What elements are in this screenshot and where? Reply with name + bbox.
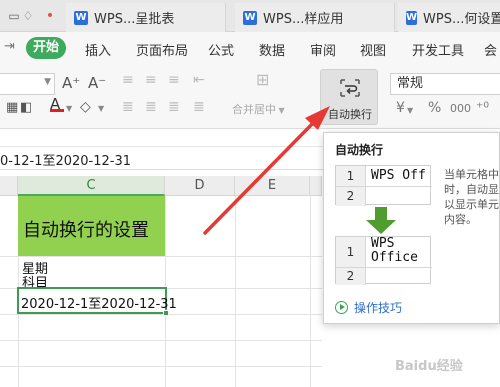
annotation-arrow bbox=[203, 106, 330, 235]
watermark-text: Baidu经验 bbox=[395, 359, 463, 374]
